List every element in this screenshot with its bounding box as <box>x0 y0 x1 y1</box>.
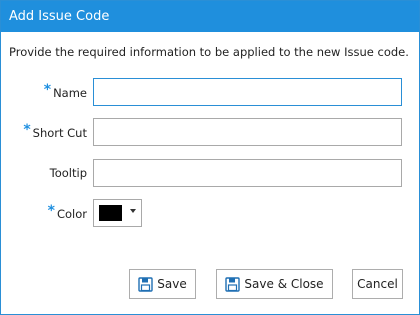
color-swatch <box>99 205 122 221</box>
short-cut-label: Short Cut <box>32 126 87 140</box>
tooltip-label: Tooltip <box>49 166 87 180</box>
required-marker: * <box>43 82 52 98</box>
save-icon <box>138 276 153 292</box>
name-label: Name <box>53 86 87 100</box>
save-icon <box>225 276 241 292</box>
tooltip-label-group: Tooltip <box>50 166 87 180</box>
required-marker: * <box>23 122 31 138</box>
add-issue-code-dialog: Add Issue Code Provide the required info… <box>0 0 420 315</box>
cancel-button-label: Cancel <box>357 277 398 291</box>
name-input[interactable] <box>93 78 402 106</box>
title-bar[interactable]: Add Issue Code <box>1 1 419 32</box>
name-label-group: * Name <box>43 82 87 101</box>
cancel-button[interactable]: Cancel <box>352 269 403 299</box>
dialog-title: Add Issue Code <box>9 9 110 24</box>
save-button-label: Save <box>157 277 187 291</box>
save-button[interactable]: Save <box>129 269 196 299</box>
short-cut-input[interactable] <box>93 118 402 146</box>
color-label: Color <box>56 207 87 221</box>
chevron-down-icon <box>130 209 136 213</box>
required-marker: * <box>47 203 55 219</box>
save-close-button-label: Save & Close <box>244 277 324 291</box>
instructions-text: Provide the required information to be a… <box>9 45 409 59</box>
save-close-button[interactable]: Save & Close <box>216 269 333 299</box>
short-cut-label-group: * Short Cut <box>23 122 87 141</box>
color-label-group: * Color <box>47 203 87 222</box>
tooltip-input[interactable] <box>93 159 402 187</box>
color-picker-dropdown[interactable] <box>93 199 142 227</box>
